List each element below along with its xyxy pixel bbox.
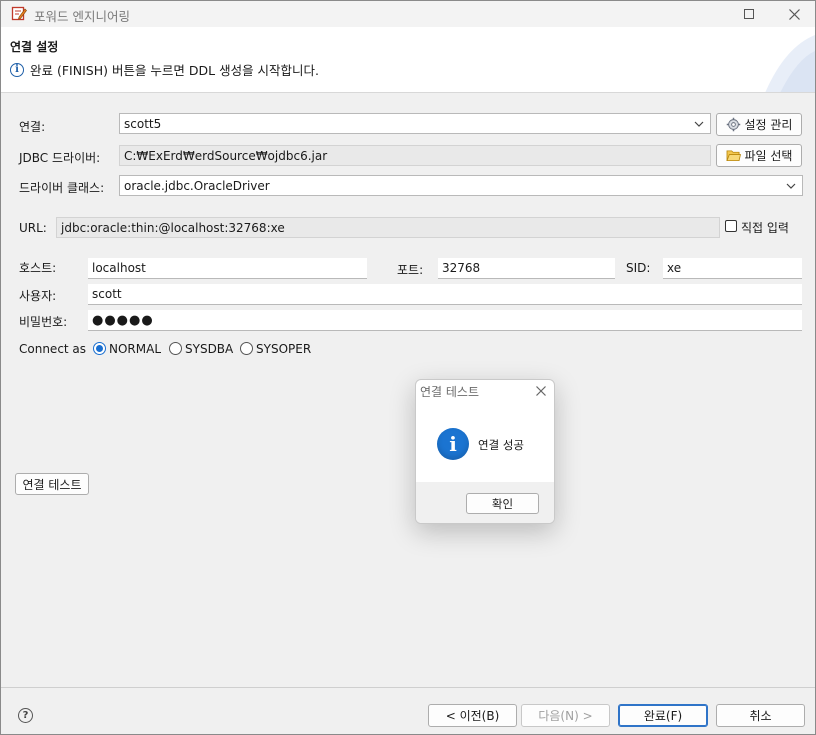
chevron-down-icon bbox=[694, 121, 704, 127]
radio-sysoper-label: SYSOPER bbox=[256, 342, 312, 356]
cancel-label: 취소 bbox=[749, 709, 772, 723]
host-label: 호스트: bbox=[19, 261, 57, 275]
close-icon bbox=[788, 8, 800, 20]
maximize-icon bbox=[744, 9, 754, 19]
gear-icon bbox=[726, 117, 740, 132]
next-button[interactable]: 다음(N) > bbox=[521, 704, 610, 727]
finish-label: 완료(F) bbox=[643, 709, 683, 723]
dialog-ok-button[interactable]: 확인 bbox=[466, 493, 539, 514]
user-label: 사용자: bbox=[19, 289, 57, 303]
radio-normal-label: NORMAL bbox=[109, 342, 162, 356]
user-value: scott bbox=[92, 287, 122, 301]
host-value: localhost bbox=[92, 261, 146, 275]
dialog-ok-label: 확인 bbox=[491, 496, 514, 511]
connection-test-dialog: 연결 테스트 i 연결 성공 확인 bbox=[415, 379, 555, 524]
radio-sysdba-label: SYSDBA bbox=[185, 342, 234, 356]
password-input[interactable]: ●●●●● bbox=[88, 310, 802, 331]
direct-input-label: 직접 입력 bbox=[741, 221, 789, 235]
info-icon: i bbox=[10, 62, 24, 77]
test-connection-button[interactable]: 연결 테스트 bbox=[15, 473, 89, 495]
window-title: 포워드 엔지니어링 bbox=[34, 9, 130, 24]
banner-decoration bbox=[765, 35, 815, 92]
file-select-label: 파일 선택 bbox=[744, 149, 793, 163]
folder-icon bbox=[725, 150, 741, 162]
close-button[interactable] bbox=[771, 1, 815, 27]
sid-value: xe bbox=[667, 261, 682, 275]
port-input[interactable]: 32768 bbox=[438, 258, 615, 279]
close-icon[interactable] bbox=[533, 383, 549, 399]
banner-message: i 완료 (FINISH) 버튼을 누르면 DDL 생성을 시작합니다. bbox=[10, 60, 319, 79]
jdbc-driver-value: C:₩ExErd₩erdSource₩ojdbc6.jar bbox=[124, 148, 328, 163]
file-select-button[interactable]: 파일 선택 bbox=[716, 144, 802, 167]
chevron-down-icon bbox=[786, 183, 796, 189]
dialog-message: 연결 성공 bbox=[478, 438, 524, 452]
user-input[interactable]: scott bbox=[88, 284, 802, 305]
back-label: < 이전(B) bbox=[445, 709, 500, 723]
header-banner: 연결 설정 i 완료 (FINISH) 버튼을 누르면 DDL 생성을 시작합니… bbox=[1, 27, 815, 93]
port-label: 포트: bbox=[397, 263, 424, 277]
driver-class-value: oracle.jdbc.OracleDriver bbox=[124, 178, 270, 193]
help-icon[interactable]: ? bbox=[18, 708, 33, 723]
sid-label: SID: bbox=[626, 261, 651, 275]
jdbc-driver-label: JDBC 드라이버: bbox=[19, 151, 101, 165]
radio-sysdba[interactable] bbox=[169, 342, 182, 355]
jdbc-driver-field[interactable]: C:₩ExErd₩erdSource₩ojdbc6.jar bbox=[119, 145, 711, 166]
direct-input-checkbox[interactable] bbox=[725, 220, 737, 232]
info-icon: i bbox=[437, 428, 469, 460]
driver-class-label: 드라이버 클래스: bbox=[19, 181, 105, 195]
maximize-button[interactable] bbox=[726, 1, 772, 27]
manage-settings-label: 설정 관리 bbox=[744, 118, 793, 132]
host-input[interactable]: localhost bbox=[88, 258, 367, 279]
footer-separator bbox=[1, 687, 815, 688]
dialog-title: 연결 테스트 bbox=[420, 385, 480, 399]
finish-button[interactable]: 완료(F) bbox=[618, 704, 708, 727]
password-label: 비밀번호: bbox=[19, 315, 68, 329]
radio-sysoper[interactable] bbox=[240, 342, 253, 355]
password-value: ●●●●● bbox=[92, 312, 154, 328]
driver-class-select[interactable]: oracle.jdbc.OracleDriver bbox=[119, 175, 803, 196]
next-label: 다음(N) > bbox=[538, 709, 593, 723]
url-label: URL: bbox=[19, 221, 47, 235]
sid-input[interactable]: xe bbox=[663, 258, 802, 279]
manage-settings-button[interactable]: 설정 관리 bbox=[716, 113, 802, 136]
radio-normal[interactable] bbox=[93, 342, 106, 355]
url-value: jdbc:oracle:thin:@localhost:32768:xe bbox=[61, 220, 285, 235]
banner-message-text: 완료 (FINISH) 버튼을 누르면 DDL 생성을 시작합니다. bbox=[30, 63, 320, 78]
connection-select[interactable]: scott5 bbox=[119, 113, 711, 134]
connect-as-label: Connect as bbox=[19, 342, 87, 356]
title-bar: 포워드 엔지니어링 bbox=[1, 1, 815, 27]
port-value: 32768 bbox=[442, 261, 481, 275]
url-field[interactable]: jdbc:oracle:thin:@localhost:32768:xe bbox=[56, 217, 720, 238]
dialog-footer: 확인 bbox=[416, 482, 554, 523]
page-title: 연결 설정 bbox=[10, 40, 59, 54]
connection-value: scott5 bbox=[124, 116, 162, 131]
connection-label: 연결: bbox=[19, 120, 46, 134]
app-edit-icon bbox=[11, 6, 27, 21]
cancel-button[interactable]: 취소 bbox=[716, 704, 805, 727]
back-button[interactable]: < 이전(B) bbox=[428, 704, 517, 727]
test-connection-label: 연결 테스트 bbox=[22, 477, 82, 492]
forward-engineering-window: 포워드 엔지니어링 연결 설정 i 완료 (FINISH) 버튼을 누르면 DD… bbox=[0, 0, 816, 735]
